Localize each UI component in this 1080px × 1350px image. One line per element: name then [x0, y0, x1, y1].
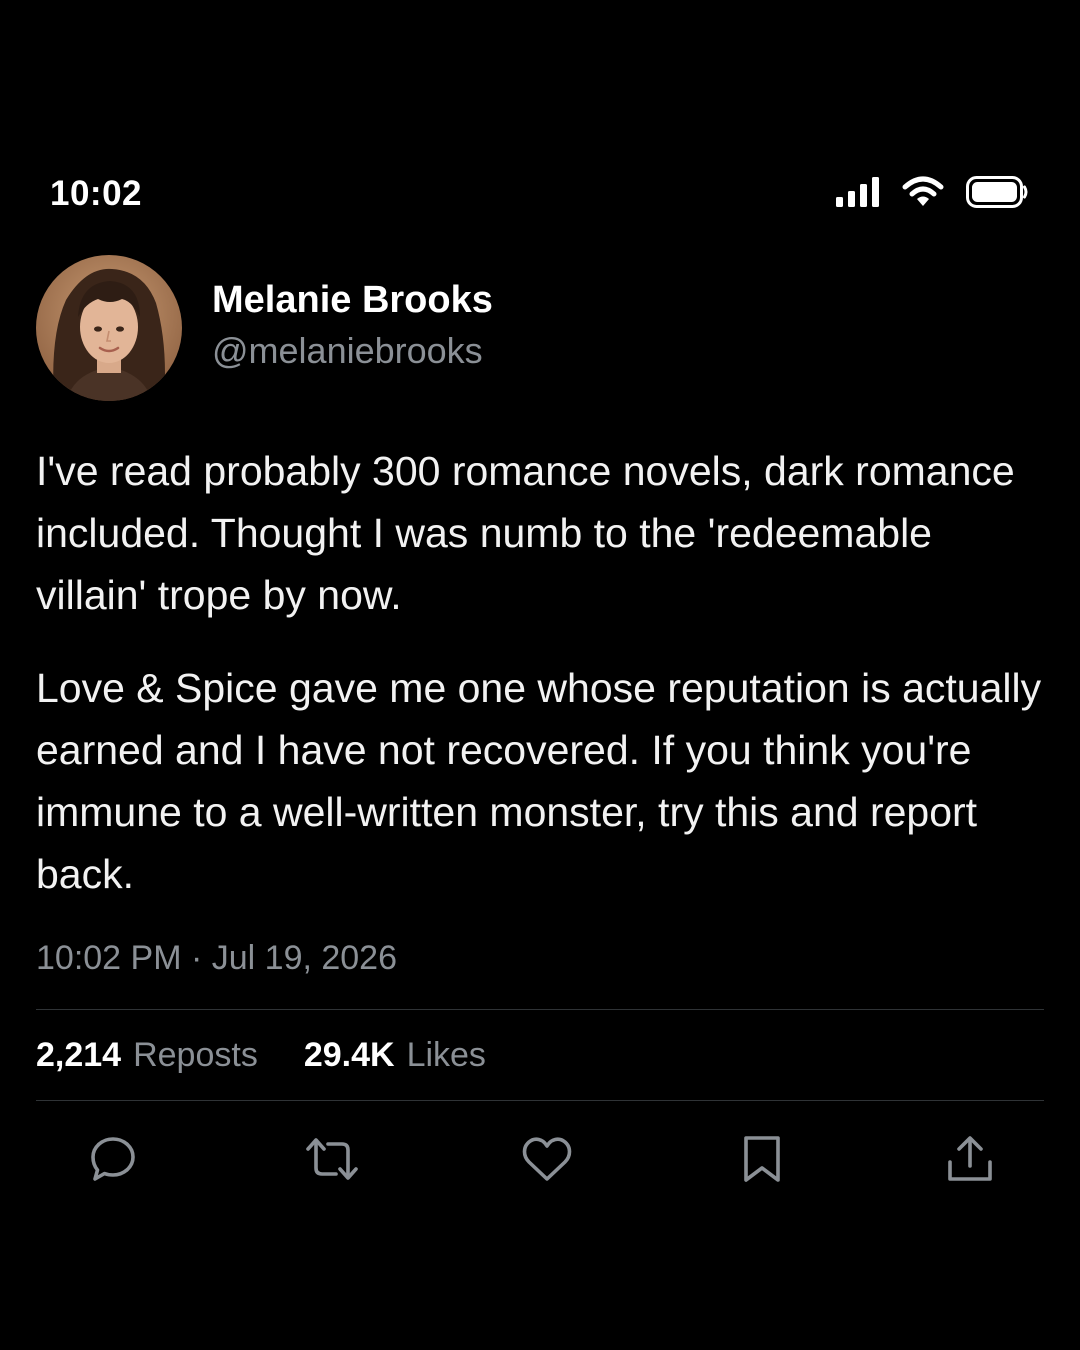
handle[interactable]: @melaniebrooks — [212, 325, 493, 377]
bookmark-button[interactable] — [734, 1131, 790, 1187]
share-icon — [945, 1134, 995, 1184]
status-bar: 10:02 — [0, 0, 1080, 240]
tweet-text: I've read probably 300 romance novels, d… — [36, 440, 1044, 905]
reposts-stat[interactable]: 2,214 Reposts — [36, 1036, 258, 1075]
reply-button[interactable] — [85, 1131, 141, 1187]
repost-icon — [304, 1134, 360, 1184]
avatar[interactable] — [36, 255, 182, 401]
tweet-paragraph: I've read probably 300 romance novels, d… — [36, 448, 1015, 618]
action-bar — [36, 1101, 1044, 1217]
reply-icon — [88, 1134, 138, 1184]
engagement-stats: 2,214 Reposts 29.4K Likes — [36, 1010, 1044, 1100]
tweet-header: Melanie Brooks @melaniebrooks — [36, 254, 1044, 402]
likes-label: Likes — [406, 1035, 486, 1074]
like-button[interactable] — [519, 1131, 575, 1187]
status-icons — [836, 176, 1028, 208]
likes-count: 29.4K — [303, 1035, 395, 1074]
tweet: Melanie Brooks @melaniebrooks I've read … — [36, 254, 1044, 1217]
share-button[interactable] — [942, 1131, 998, 1187]
display-name[interactable]: Melanie Brooks — [212, 275, 493, 325]
tweet-paragraph: Love & Spice gave me one whose reputatio… — [36, 665, 1042, 897]
timestamp[interactable]: 10:02 PM · Jul 19, 2026 — [36, 933, 1044, 983]
wifi-icon — [902, 176, 944, 208]
author-names: Melanie Brooks @melaniebrooks — [212, 275, 493, 377]
reposts-count: 2,214 — [36, 1035, 122, 1074]
status-time: 10:02 — [50, 174, 143, 213]
cellular-signal-icon — [836, 177, 880, 207]
likes-stat[interactable]: 29.4K Likes — [304, 1036, 486, 1075]
repost-button[interactable] — [304, 1131, 360, 1187]
like-icon — [521, 1135, 573, 1183]
reposts-label: Reposts — [133, 1035, 258, 1074]
battery-icon — [966, 176, 1028, 208]
bookmark-icon — [740, 1134, 784, 1184]
